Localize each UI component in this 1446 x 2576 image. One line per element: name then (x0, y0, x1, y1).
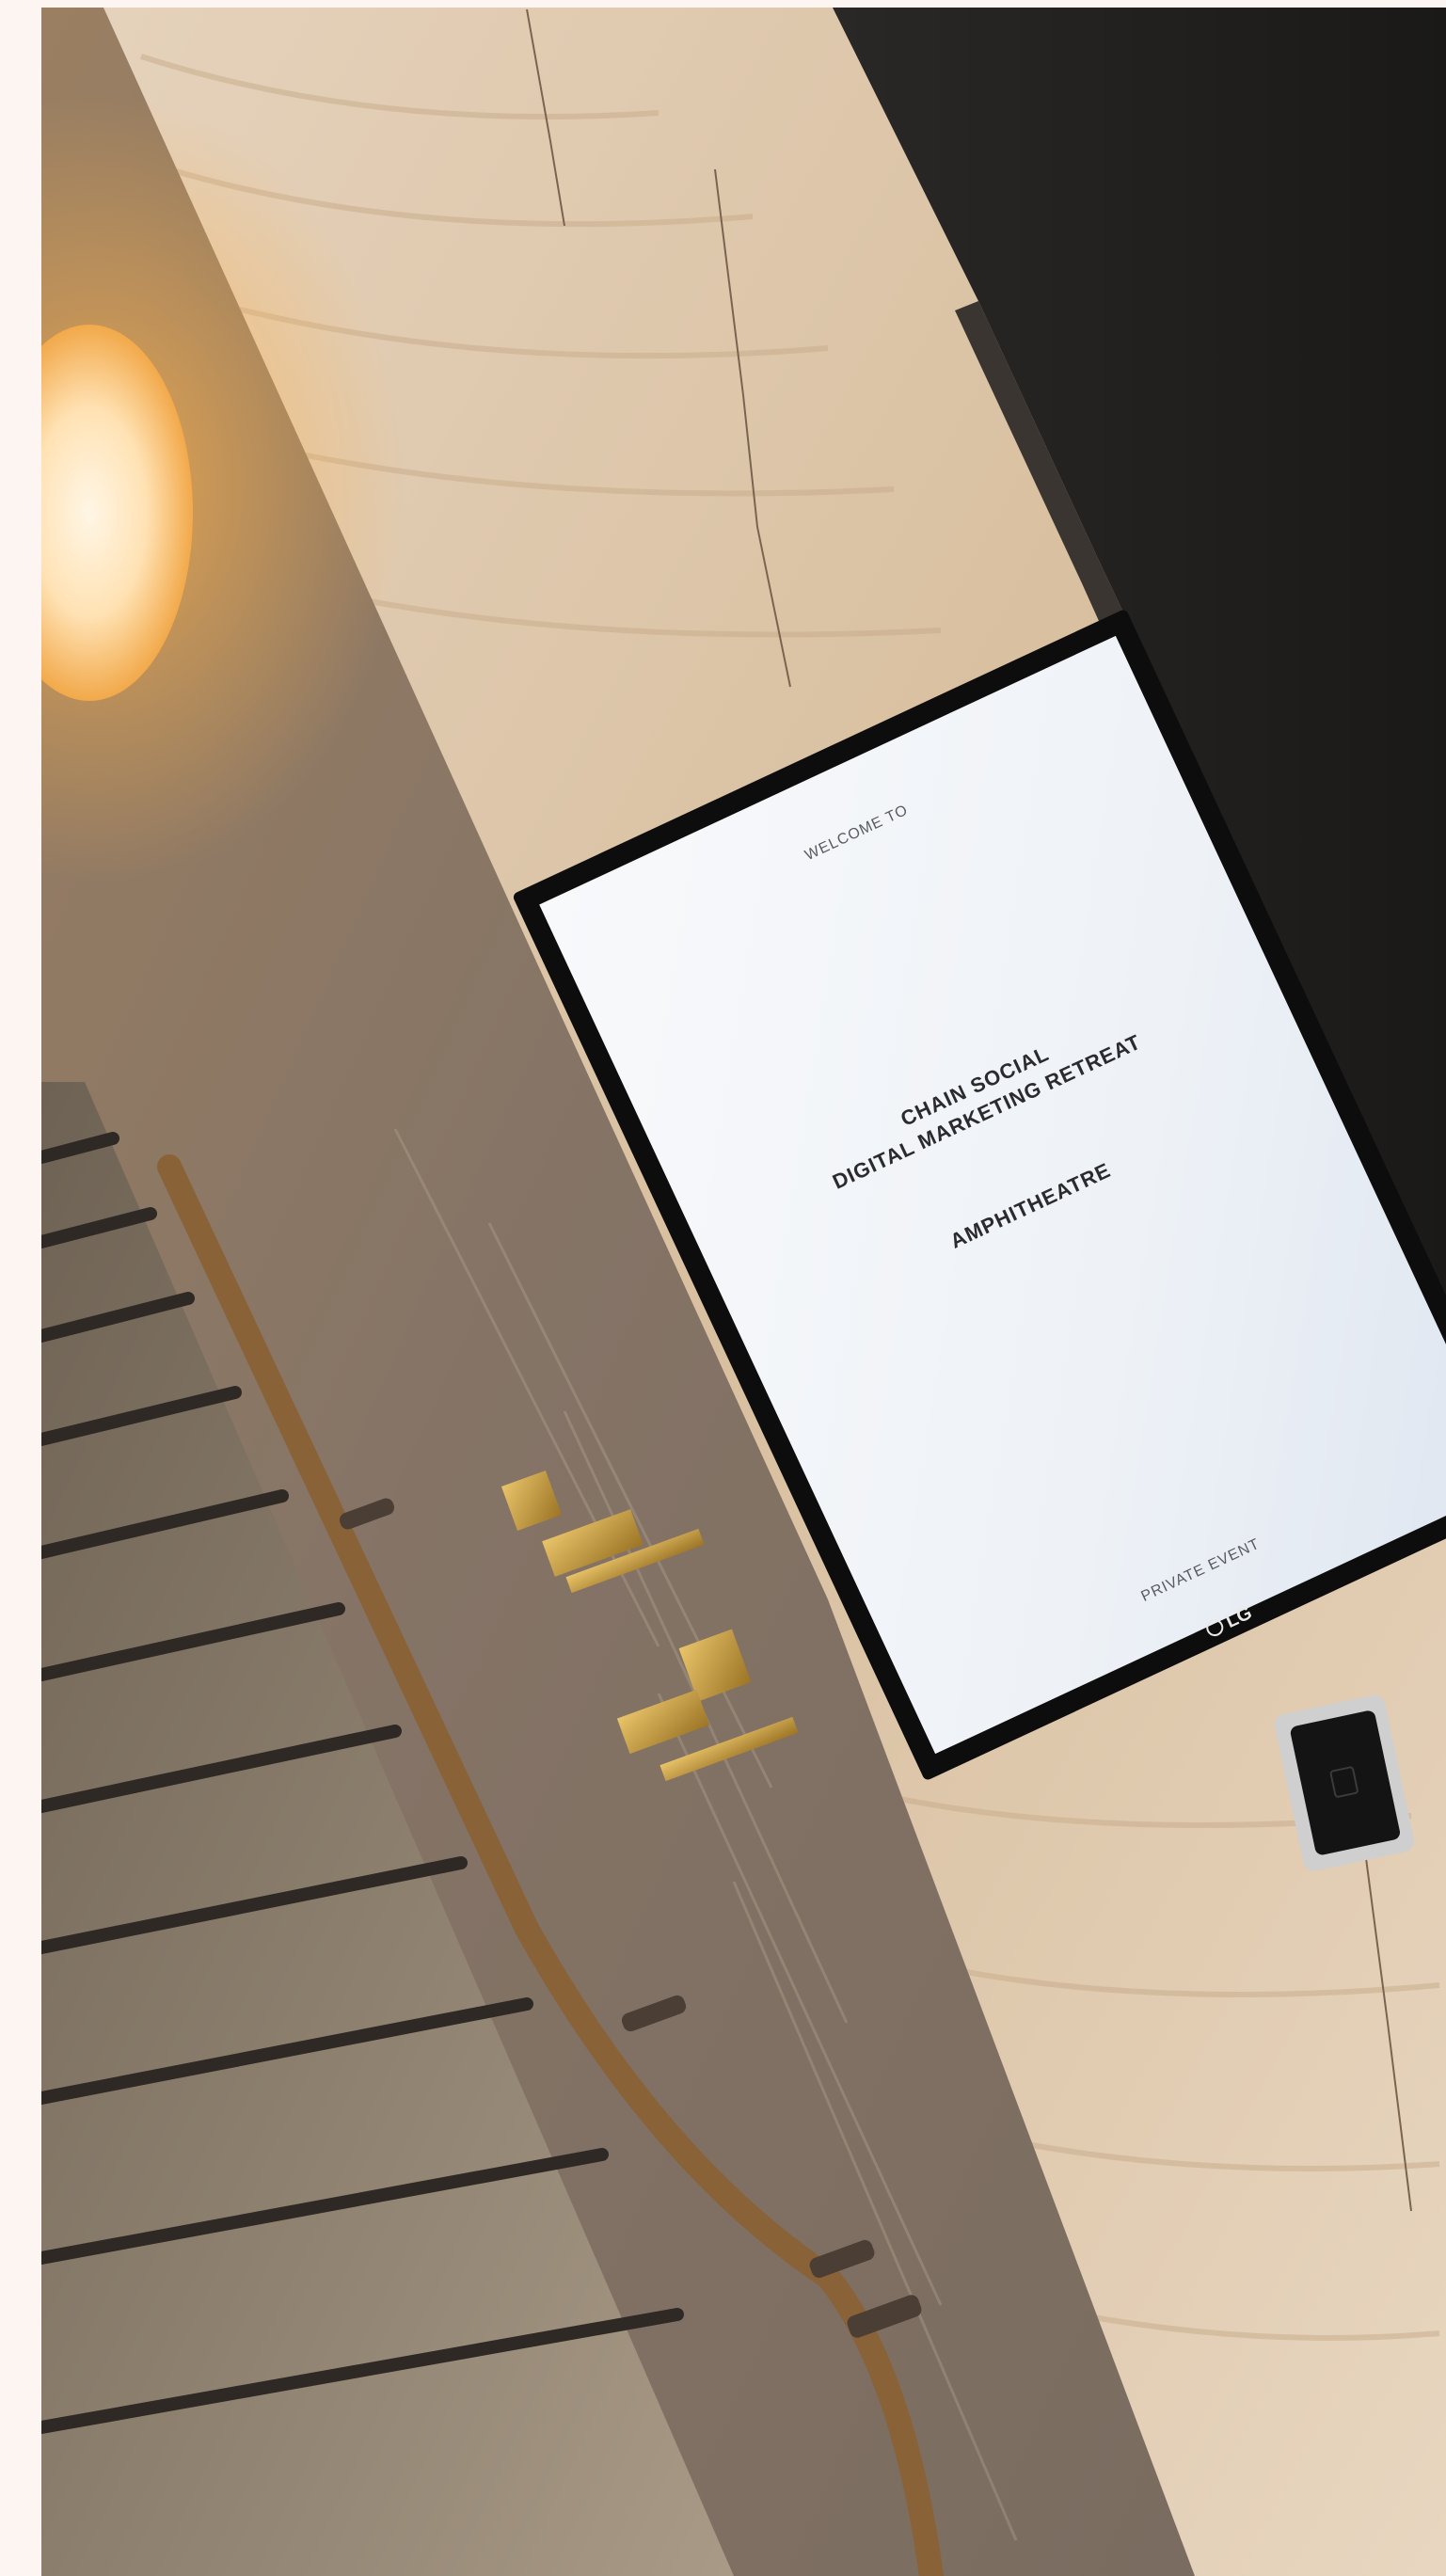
photo-scene: WELCOME TO CHAIN SOCIAL DIGITAL MARKETIN… (41, 8, 1446, 2576)
